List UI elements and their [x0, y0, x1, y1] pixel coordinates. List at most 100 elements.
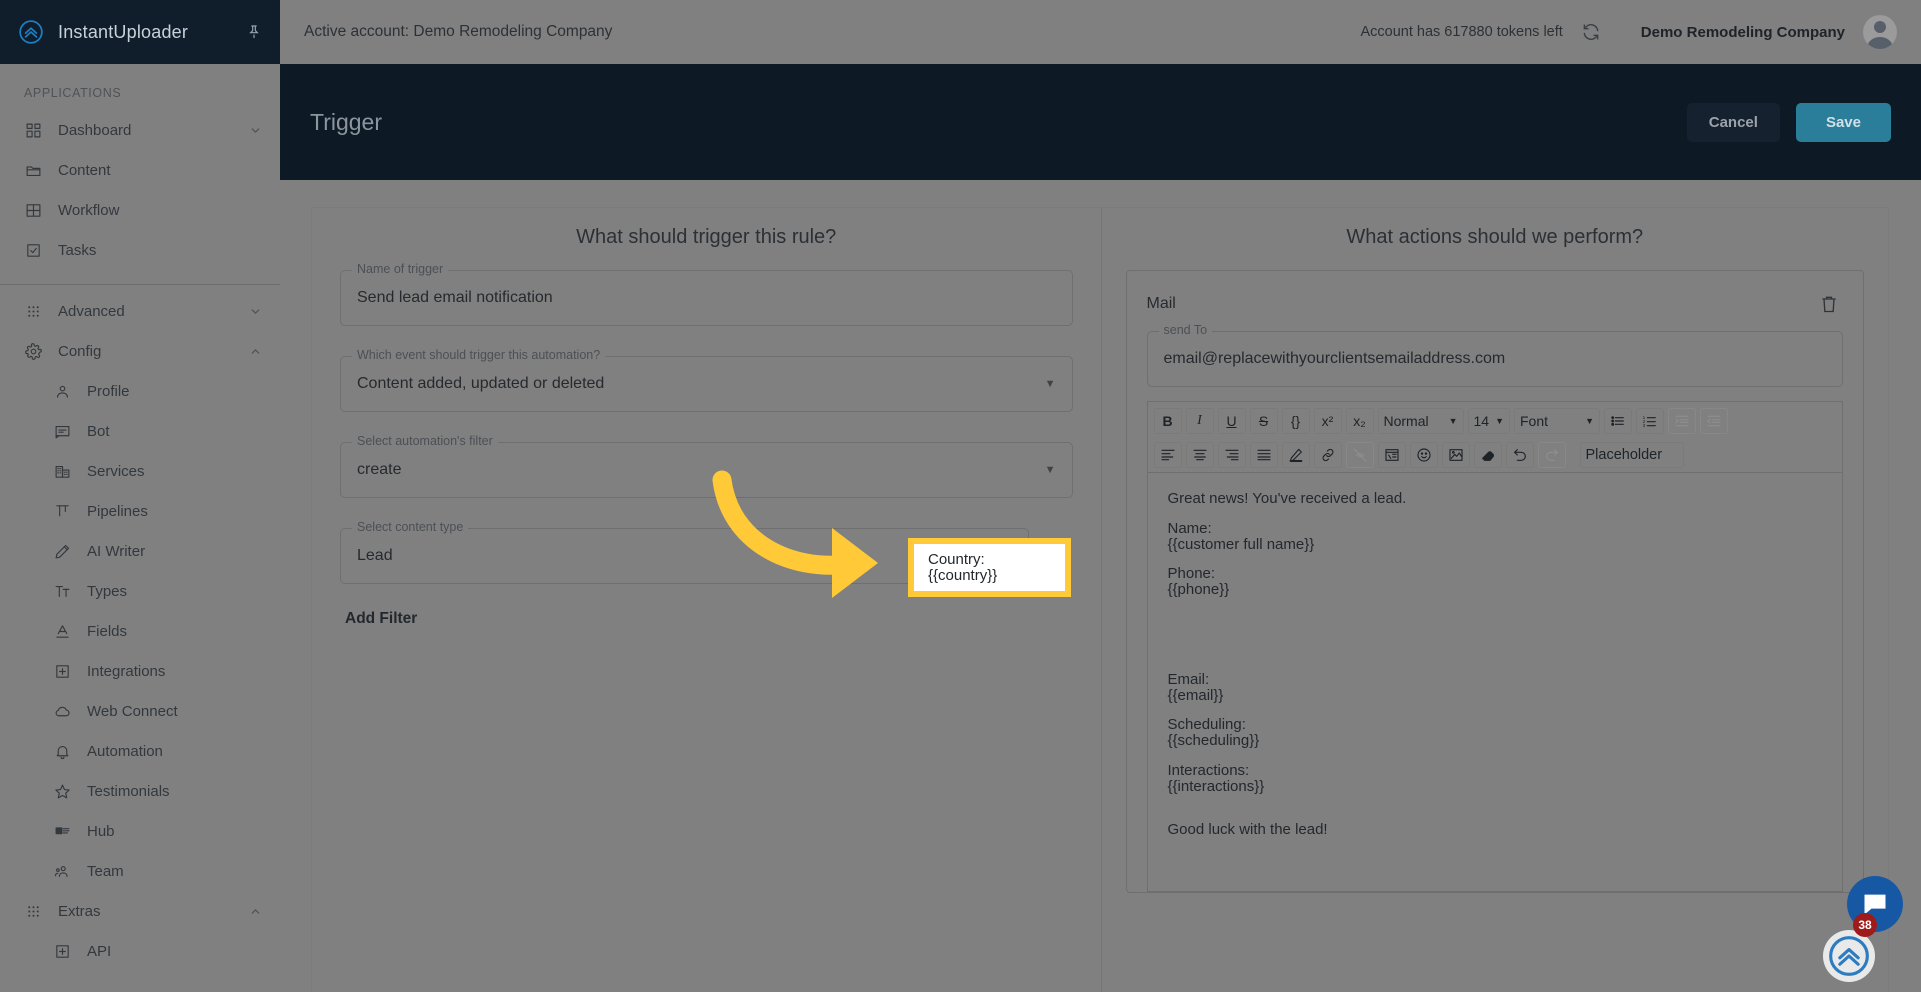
- sidebar-item-bot[interactable]: Bot: [0, 411, 280, 451]
- email-body-line: Scheduling:: [1167, 716, 1246, 734]
- plus-square-icon: [54, 943, 71, 960]
- sidebar-item-automation[interactable]: Automation: [0, 731, 280, 771]
- heading-select[interactable]: Normal ▼: [1377, 408, 1464, 434]
- sidebar-item-profile[interactable]: Profile: [0, 371, 280, 411]
- curved-arrow-right-icon: [700, 470, 920, 610]
- strikethrough-icon[interactable]: S: [1249, 408, 1278, 434]
- sidebar-item-label: API: [87, 942, 112, 960]
- sidebar-item-services[interactable]: Services: [0, 451, 280, 491]
- clear-format-eraser-icon[interactable]: [1473, 442, 1502, 468]
- undo-icon[interactable]: [1505, 442, 1534, 468]
- cancel-button[interactable]: Cancel: [1686, 102, 1780, 142]
- font-family-select[interactable]: Font ▼: [1514, 408, 1600, 434]
- add-filter-button[interactable]: Add Filter: [345, 610, 1101, 628]
- insert-image-icon[interactable]: [1441, 442, 1470, 468]
- italic-icon[interactable]: I: [1185, 408, 1214, 434]
- send-to-input[interactable]: email@replacewithyourclientsemailaddress…: [1146, 331, 1843, 387]
- text-color-pen-icon[interactable]: [1281, 442, 1310, 468]
- event-select-field[interactable]: Which event should trigger this automati…: [340, 348, 1073, 412]
- avatar[interactable]: [1863, 15, 1897, 49]
- insert-template-icon[interactable]: [1377, 442, 1406, 468]
- plus-square-icon: [54, 663, 71, 680]
- sidebar-item-team[interactable]: Team: [0, 851, 280, 891]
- sidebar-item-types[interactable]: Types: [0, 571, 280, 611]
- event-select[interactable]: Content added, updated or deleted ▼: [340, 356, 1073, 412]
- sidebar-item-api[interactable]: API: [0, 931, 280, 971]
- redo-icon[interactable]: [1537, 442, 1566, 468]
- trigger-column-heading: What should trigger this rule?: [576, 226, 837, 248]
- save-button[interactable]: Save: [1795, 102, 1891, 142]
- indent-increase-icon[interactable]: [1668, 408, 1696, 434]
- email-body-line: Phone:: [1167, 565, 1216, 583]
- sidebar-item-testimonials[interactable]: Testimonials: [0, 771, 280, 811]
- sidebar-item-hub[interactable]: Hub: [0, 811, 280, 851]
- sidebar-item-web-connect[interactable]: Web Connect: [0, 691, 280, 731]
- email-body-country-block-placeholder: [1168, 612, 1823, 658]
- star-icon: [54, 783, 71, 800]
- sidebar-item-extras[interactable]: Extras: [0, 891, 280, 931]
- content-card: What should trigger this rule? Name of t…: [311, 207, 1889, 992]
- chevron-up-icon[interactable]: [249, 345, 262, 358]
- sidebar-item-label: Pipelines: [87, 502, 148, 520]
- underline-icon[interactable]: U: [1217, 408, 1246, 434]
- actions-column: What actions should we perform? Mail sen…: [1102, 208, 1889, 992]
- sidebar-item-label: Content: [58, 161, 111, 179]
- chevron-down-icon[interactable]: [249, 124, 262, 137]
- sidebar-item-label: Automation: [87, 742, 163, 760]
- sidebar-item-config[interactable]: Config: [0, 331, 280, 371]
- emoji-icon[interactable]: [1409, 442, 1438, 468]
- svg-text:3: 3: [1643, 423, 1646, 428]
- sidebar-item-integrations[interactable]: Integrations: [0, 651, 280, 691]
- sidebar-item-content[interactable]: Content: [0, 150, 280, 190]
- align-left-icon[interactable]: [1153, 442, 1182, 468]
- dashboard-grid-icon: [24, 121, 42, 139]
- placeholder-button[interactable]: Placeholder: [1579, 442, 1684, 468]
- sidebar-item-label: Profile: [87, 382, 130, 400]
- name-of-trigger-field[interactable]: Name of trigger Send lead email notifica…: [340, 262, 1073, 326]
- name-of-trigger-input[interactable]: Send lead email notification: [340, 270, 1073, 326]
- sidebar-item-dashboard[interactable]: Dashboard: [0, 110, 280, 150]
- email-body-line: {{email}}: [1167, 686, 1224, 704]
- align-center-icon[interactable]: [1185, 442, 1214, 468]
- sidebar-item-fields[interactable]: Fields: [0, 611, 280, 651]
- email-body-editor[interactable]: Great news! You've received a lead. Name:…: [1146, 472, 1843, 892]
- superscript-icon[interactable]: x²: [1313, 408, 1342, 434]
- font-size-select[interactable]: 14 ▼: [1467, 408, 1510, 434]
- sidebar-item-ai-writer[interactable]: AI Writer: [0, 531, 280, 571]
- topbar-right: Account has 617880 tokens left Demo Remo…: [1360, 15, 1897, 49]
- email-body-line: Good luck with the lead!: [1167, 821, 1328, 839]
- bold-icon[interactable]: B: [1153, 408, 1182, 434]
- token-count-label: Account has 617880 tokens left: [1360, 24, 1563, 40]
- pin-icon[interactable]: [246, 24, 262, 40]
- email-body-blank-line: [1168, 552, 1823, 566]
- country-highlight-box: Country: {{country}}: [908, 538, 1071, 597]
- chevron-down-icon: ▼: [1585, 416, 1594, 426]
- sidebar-item-pipelines[interactable]: Pipelines: [0, 491, 280, 531]
- chevron-down-icon[interactable]: [249, 305, 262, 318]
- sidebar-item-advanced[interactable]: Advanced: [0, 291, 280, 331]
- align-justify-icon[interactable]: [1249, 442, 1278, 468]
- sidebar-item-label: Workflow: [58, 201, 120, 219]
- sidebar-item-label: Bot: [87, 422, 110, 440]
- chevron-up-icon[interactable]: [249, 905, 262, 918]
- bullet-list-icon[interactable]: [1604, 408, 1632, 434]
- checkbox-icon: [24, 241, 42, 259]
- align-right-icon[interactable]: [1217, 442, 1246, 468]
- sidebar-item-workflow[interactable]: Workflow: [0, 190, 280, 230]
- email-body-line: {{customer full name}}: [1167, 535, 1315, 553]
- email-body-line: Email:: [1167, 670, 1210, 688]
- delete-mail-action-button[interactable]: [1815, 289, 1843, 319]
- indent-decrease-icon[interactable]: [1700, 408, 1728, 434]
- email-body-blank-line: [1168, 703, 1823, 717]
- code-block-icon[interactable]: {}: [1281, 408, 1310, 434]
- scroll-top-chevrons-up-circle-icon[interactable]: [1823, 930, 1875, 982]
- sidebar-item-tasks[interactable]: Tasks: [0, 230, 280, 270]
- send-to-field[interactable]: send To email@replacewithyourclientsemai…: [1146, 323, 1843, 387]
- refresh-icon[interactable]: [1581, 22, 1601, 42]
- topbar: Active account: Demo Remodeling Company …: [280, 0, 1921, 64]
- email-body-line: Great news! You've received a lead.: [1167, 490, 1407, 507]
- link-icon[interactable]: [1313, 442, 1342, 468]
- unlink-icon[interactable]: [1345, 442, 1374, 468]
- subscript-icon[interactable]: x₂: [1345, 408, 1374, 434]
- numbered-list-icon[interactable]: 123: [1636, 408, 1664, 434]
